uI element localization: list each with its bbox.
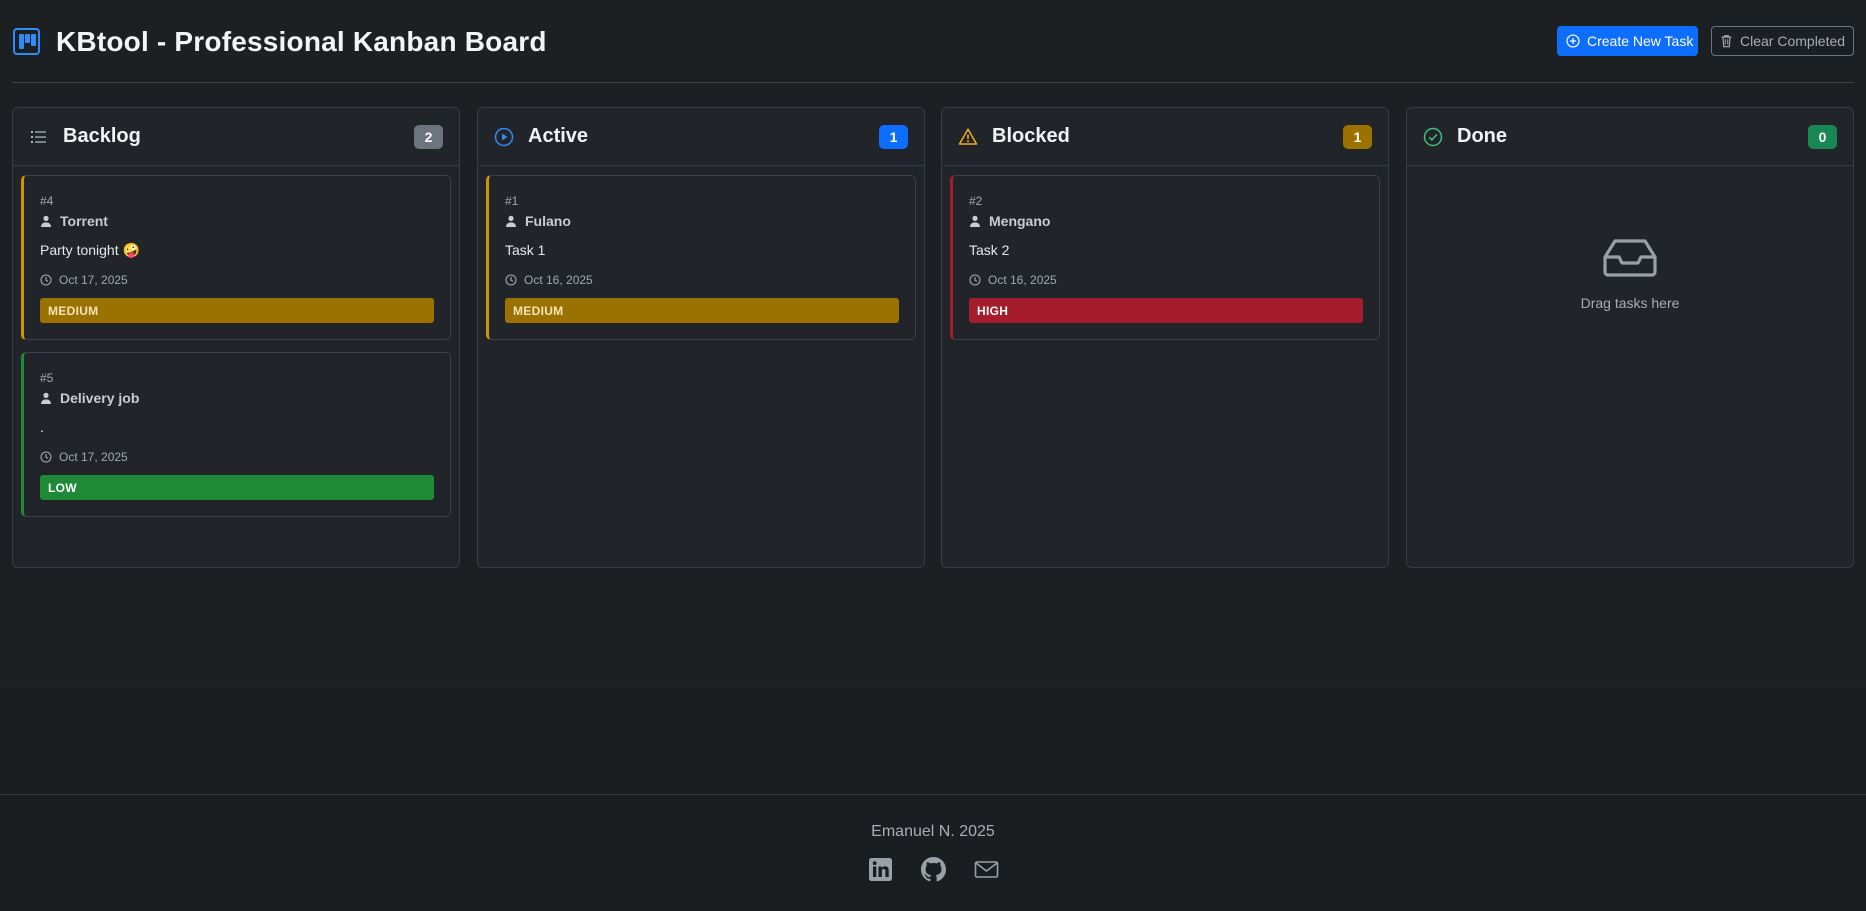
priority-badge: HIGH	[969, 298, 1363, 323]
count-badge: 2	[414, 125, 443, 149]
task-date-text: Oct 16, 2025	[524, 273, 593, 287]
clear-completed-label: Clear Completed	[1740, 33, 1846, 49]
task-date: Oct 17, 2025	[40, 273, 128, 287]
clock-icon	[40, 274, 52, 286]
task-assignee-name: Fulano	[525, 213, 571, 229]
task-card[interactable]: #5 Delivery job . Oct 17, 2025 LOW	[21, 352, 451, 517]
person-icon	[40, 215, 52, 227]
task-date-text: Oct 17, 2025	[59, 450, 128, 464]
task-id: #5	[40, 371, 54, 385]
task-assignee: Fulano	[505, 213, 571, 229]
person-icon	[969, 215, 981, 227]
empty-drop-zone[interactable]: Drag tasks here	[1407, 238, 1853, 311]
count-badge: 0	[1808, 125, 1837, 149]
plus-circle-icon	[1566, 34, 1580, 48]
column-done[interactable]: Done 0 Drag tasks here	[1406, 107, 1854, 568]
column-header: Blocked 1	[942, 108, 1388, 166]
trash-icon	[1720, 34, 1733, 48]
task-date: Oct 16, 2025	[505, 273, 593, 287]
footer-credit: Emanuel N. 2025	[871, 823, 995, 840]
clock-icon	[40, 451, 52, 463]
column-header: Backlog 2	[13, 108, 459, 166]
clear-completed-button[interactable]: Clear Completed	[1711, 26, 1854, 56]
task-assignee-name: Mengano	[989, 213, 1051, 229]
column-title: Done	[1457, 125, 1507, 147]
task-description: .	[40, 419, 44, 435]
task-date: Oct 16, 2025	[969, 273, 1057, 287]
task-description: Task 2	[969, 242, 1010, 258]
inbox-icon	[1602, 238, 1658, 283]
task-assignee: Delivery job	[40, 390, 139, 406]
warning-icon	[958, 127, 978, 147]
person-icon	[40, 392, 52, 404]
task-card[interactable]: #1 Fulano Task 1 Oct 16, 2025 MEDIUM	[486, 175, 916, 340]
list-icon	[29, 127, 49, 147]
app-footer: Emanuel N. 2025	[0, 794, 1866, 911]
task-assignee-name: Torrent	[60, 213, 108, 229]
linkedin-icon[interactable]	[868, 857, 893, 882]
create-task-button[interactable]: Create New Task	[1557, 26, 1698, 56]
task-assignee: Torrent	[40, 213, 108, 229]
play-circle-icon	[494, 127, 514, 147]
column-active[interactable]: Active 1 #1 Fulano Task 1 Oct 16, 2025 M…	[477, 107, 925, 568]
task-date: Oct 17, 2025	[40, 450, 128, 464]
person-icon	[505, 215, 517, 227]
empty-text: Drag tasks here	[1580, 295, 1680, 311]
task-date-text: Oct 17, 2025	[59, 273, 128, 287]
github-icon[interactable]	[920, 857, 946, 882]
count-badge: 1	[1343, 125, 1372, 149]
column-title: Blocked	[992, 125, 1070, 147]
social-links	[0, 857, 1866, 882]
column-title: Active	[528, 125, 589, 147]
clock-icon	[969, 274, 981, 286]
priority-badge: MEDIUM	[505, 298, 899, 323]
mail-icon[interactable]	[974, 857, 999, 882]
clock-icon	[505, 274, 517, 286]
create-task-label: Create New Task	[1587, 33, 1694, 49]
column-backlog[interactable]: Backlog 2 #4 Torrent Party tonight 🤪 Oct…	[12, 107, 460, 568]
count-badge: 1	[879, 125, 908, 149]
column-title: Backlog	[63, 125, 141, 147]
task-card[interactable]: #4 Torrent Party tonight 🤪 Oct 17, 2025 …	[21, 175, 451, 340]
task-assignee: Mengano	[969, 213, 1050, 229]
task-description: Party tonight 🤪	[40, 242, 140, 258]
column-header: Active 1	[478, 108, 924, 166]
task-id: #4	[40, 194, 54, 208]
priority-badge: MEDIUM	[40, 298, 434, 323]
column-header: Done 0	[1407, 108, 1853, 166]
task-description: Task 1	[505, 242, 546, 258]
task-date-text: Oct 16, 2025	[988, 273, 1057, 287]
column-blocked[interactable]: Blocked 1 #2 Mengano Task 2 Oct 16, 2025…	[941, 107, 1389, 568]
app-header: KBtool - Professional Kanban Board Creat…	[12, 0, 1854, 83]
task-id: #2	[969, 194, 983, 208]
check-circle-icon	[1423, 127, 1443, 147]
kanban-icon	[13, 28, 40, 55]
task-id: #1	[505, 194, 519, 208]
priority-badge: LOW	[40, 475, 434, 500]
task-assignee-name: Delivery job	[60, 390, 140, 406]
task-card[interactable]: #2 Mengano Task 2 Oct 16, 2025 HIGH	[950, 175, 1380, 340]
app-title: KBtool - Professional Kanban Board	[56, 26, 547, 57]
